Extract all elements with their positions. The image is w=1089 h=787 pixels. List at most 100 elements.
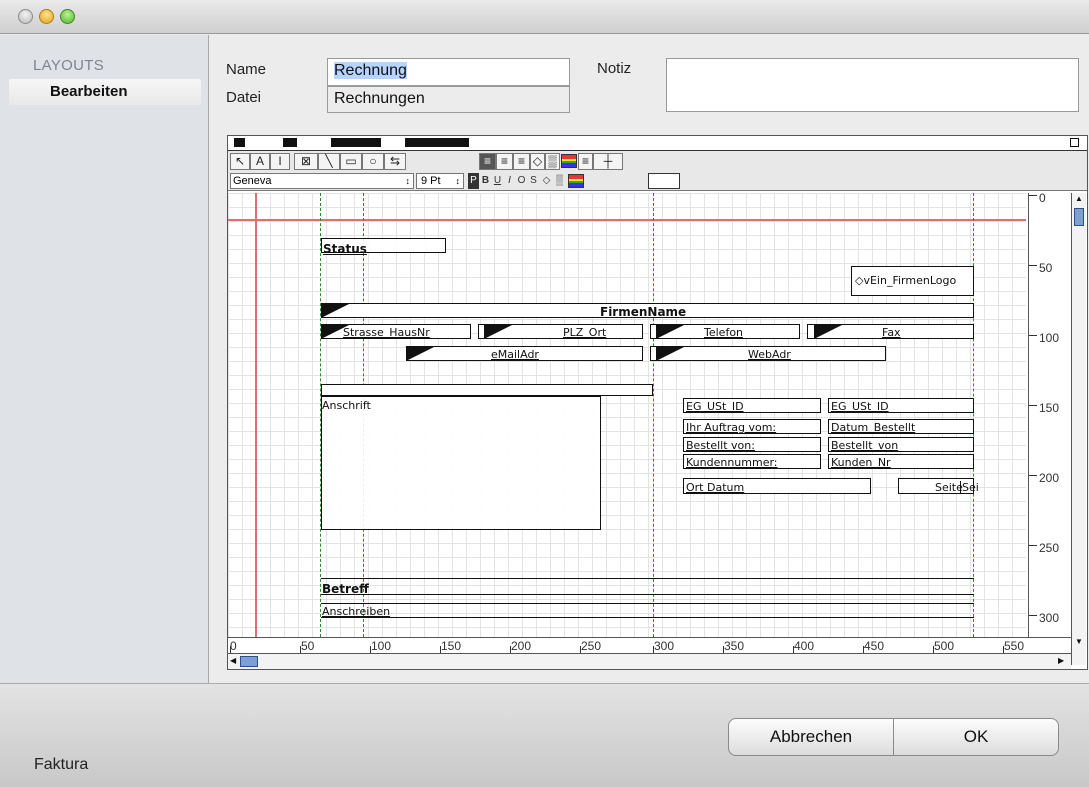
menu-block[interactable] — [283, 138, 297, 147]
layout-canvas[interactable]: Status ◇vEin_FirmenLogo FirmenName Stras… — [228, 193, 1026, 637]
size-select[interactable]: 9 Pt ↕ — [416, 173, 464, 189]
size-value: 9 Pt — [421, 175, 441, 187]
line-tool-icon[interactable]: ╲ — [318, 153, 340, 170]
sidebar-item-bearbeiten[interactable]: Bearbeiten — [9, 79, 201, 105]
plain-style-icon[interactable]: P — [468, 173, 479, 189]
name-value: Rechnung — [334, 62, 407, 79]
ruler-label: 150 — [441, 639, 462, 653]
app-name-label: Faktura — [34, 756, 89, 773]
menu-block[interactable] — [331, 138, 381, 147]
vertical-scroll-thumb[interactable] — [1074, 208, 1084, 226]
page-label: Seite — [935, 481, 963, 494]
guide-line — [653, 193, 654, 637]
menu-block[interactable] — [234, 138, 245, 147]
window: LAYOUTS Bearbeiten Name Rechnung Datei R… — [0, 0, 1089, 787]
sidebar: LAYOUTS Bearbeiten — [0, 35, 209, 683]
minimize-window-button[interactable] — [39, 9, 54, 24]
editor-menu-strip — [228, 136, 1087, 151]
note-label: Notiz — [597, 60, 632, 77]
scroll-up-icon[interactable]: ▲ — [1075, 194, 1083, 203]
name-label: Name — [226, 61, 267, 78]
ok-button[interactable]: OK — [893, 718, 1059, 756]
zip-label: PLZ_Ort — [563, 326, 607, 339]
text-color-icon[interactable] — [568, 174, 584, 188]
zoom-window-button[interactable] — [60, 9, 75, 24]
editor-toolbar: ↖ A I ⊠ ╲ ▭ ○ ⇆ ≡ ≡ ≡ ◇ ▒ ≡ ┼ Geneva ↕ 9 … — [228, 151, 1087, 191]
sample-box[interactable] — [648, 173, 680, 189]
cancel-button[interactable]: Abbrechen — [728, 718, 894, 756]
ruler-tick — [1029, 545, 1037, 546]
align-center-icon[interactable]: ≡ — [496, 153, 513, 170]
ruler-tick — [1029, 475, 1037, 476]
vertical-scrollbar[interactable]: ▲ ▼ — [1071, 193, 1086, 665]
ruler-label: 500 — [934, 639, 955, 653]
text-fill-icon[interactable]: ◇ — [541, 173, 552, 189]
arrow-tool-icon[interactable]: ↖ — [230, 153, 250, 170]
ruler-label: 200 — [511, 639, 532, 653]
oval-tool-icon[interactable]: ○ — [362, 153, 384, 170]
scroll-down-icon[interactable]: ▼ — [1075, 637, 1083, 646]
bold-style-icon[interactable]: B — [480, 173, 491, 189]
close-window-button[interactable] — [18, 9, 33, 24]
ruler-tick — [1029, 335, 1037, 336]
color-icon[interactable] — [561, 154, 577, 168]
shadow-style-icon[interactable]: S — [528, 173, 539, 189]
web-label: WebAdr — [748, 348, 791, 361]
ruler-label: 300 — [1039, 611, 1060, 625]
scroll-right-icon[interactable]: ▶ — [1058, 656, 1064, 665]
resize-icon[interactable] — [1070, 138, 1079, 147]
scroll-left-icon[interactable]: ◀ — [230, 656, 236, 665]
ruler-label: 0 — [230, 639, 237, 653]
field-marker — [814, 324, 844, 339]
address-box[interactable] — [321, 396, 601, 530]
font-select[interactable]: Geneva ↕ — [230, 173, 414, 189]
horizontal-ruler: 0 50 100 150 200 250 300 350 400 450 500… — [228, 637, 1071, 653]
ruler-label: 400 — [794, 639, 815, 653]
border-icon[interactable]: ┼ — [593, 153, 623, 170]
divider — [321, 578, 974, 579]
text-pattern-icon[interactable]: ▒ — [554, 173, 565, 189]
file-field[interactable]: Rechnungen — [327, 86, 570, 113]
swap-icon[interactable]: ⇆ — [384, 153, 406, 170]
outline-style-icon[interactable]: O — [516, 173, 527, 189]
horizontal-scroll-thumb[interactable] — [240, 656, 258, 667]
field-marker — [406, 346, 436, 361]
field-marker — [656, 324, 686, 339]
vat-value: EG_USt_ID — [831, 400, 889, 413]
align-left-icon[interactable]: ≡ — [479, 153, 496, 170]
file-label: Datei — [226, 89, 262, 106]
order-label: Ihr Auftrag vom: — [686, 421, 777, 434]
ruler-label: 100 — [371, 639, 392, 653]
picture-tool-icon[interactable]: ⊠ — [294, 153, 318, 170]
customer-value: Kunden_Nr — [831, 456, 891, 469]
title-bar — [0, 0, 1089, 34]
underline-style-icon[interactable]: U — [492, 173, 503, 189]
align-right-icon[interactable]: ≡ — [513, 153, 530, 170]
status-label: Status — [323, 242, 367, 256]
pattern-icon[interactable]: ▒ — [545, 153, 560, 170]
margin-line — [228, 219, 1026, 221]
ruler-label: 50 — [1039, 261, 1053, 275]
sidebar-item-label: Bearbeiten — [50, 83, 128, 100]
ruler-label: 300 — [654, 639, 675, 653]
sender-line-field[interactable] — [321, 384, 653, 396]
rect-tool-icon[interactable]: ▭ — [340, 153, 362, 170]
order-value: Datum_Bestellt — [831, 421, 916, 434]
ruler-label: 250 — [1039, 541, 1060, 555]
horizontal-scrollbar[interactable]: ◀ ▶ — [228, 653, 1071, 669]
line-width-icon[interactable]: ≡ — [578, 153, 593, 170]
ruler-label: 550 — [1004, 639, 1025, 653]
fax-label: Fax — [882, 326, 901, 339]
layout-editor: ↖ A I ⊠ ╲ ▭ ○ ⇆ ≡ ≡ ≡ ◇ ▒ ≡ ┼ Geneva ↕ 9 … — [227, 135, 1088, 670]
italic-style-icon[interactable]: I — [504, 173, 515, 189]
vat-label: EG_USt_ID — [686, 400, 744, 413]
ruler-label: 250 — [581, 639, 602, 653]
field-tool-icon[interactable]: I — [270, 153, 290, 170]
note-field[interactable] — [666, 58, 1079, 112]
firm-name-label: FirmenName — [600, 305, 687, 319]
name-field[interactable]: Rechnung — [327, 58, 570, 86]
fill-icon[interactable]: ◇ — [530, 153, 545, 170]
menu-block[interactable] — [405, 138, 469, 147]
text-tool-icon[interactable]: A — [250, 153, 270, 170]
margin-line — [255, 193, 257, 637]
